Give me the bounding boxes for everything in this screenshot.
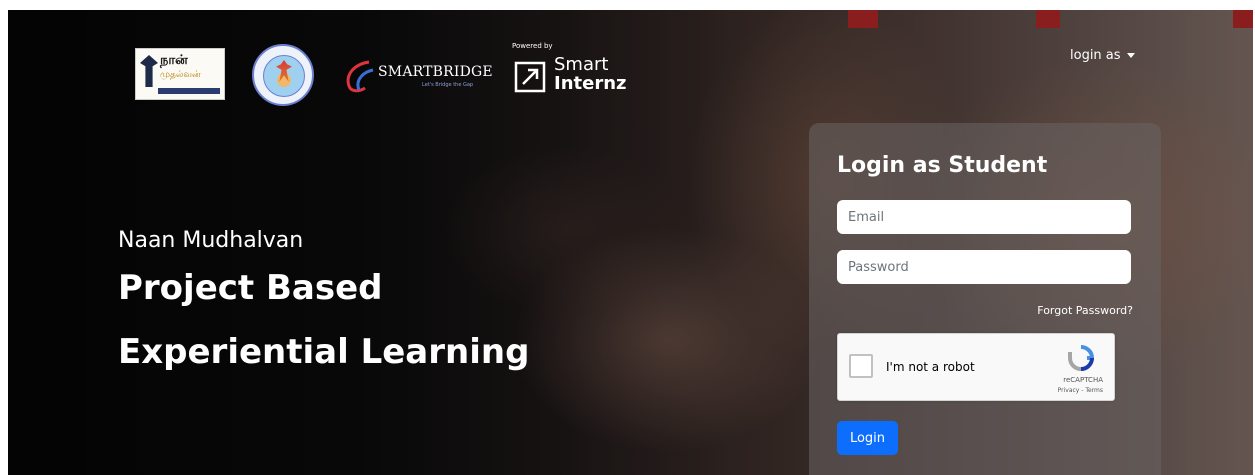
page-frame: நான் முதல்வன் SMARTBRIDGE Let's Bridge t… <box>8 10 1253 475</box>
recaptcha-widget: I'm not a robot reCAPTCHA Privacy - Term… <box>837 333 1115 401</box>
smart-internz-internz-text: Internz <box>554 73 627 94</box>
recaptcha-label: I'm not a robot <box>886 360 975 374</box>
recaptcha-privacy-terms[interactable]: Privacy - Terms <box>1058 387 1103 394</box>
hero-subtitle: Naan Mudhalvan <box>118 228 304 253</box>
recaptcha-icon <box>1068 345 1095 371</box>
recaptcha-brand: reCAPTCHA <box>1063 376 1103 384</box>
hero-title-line1: Project Based <box>118 268 383 308</box>
graduation-cap-icon <box>140 55 158 87</box>
login-card-heading: Login as Student <box>837 153 1048 178</box>
powered-by-label: Powered by <box>512 42 553 50</box>
smart-internz-smart-text: Smart <box>554 54 609 75</box>
smart-internz-logo-icon <box>514 61 546 93</box>
smartbridge-swirl-icon <box>346 60 374 93</box>
forgot-password-link[interactable]: Forgot Password? <box>1037 304 1133 317</box>
naan-mudhalvan-logo: நான் முதல்வன் <box>135 48 225 100</box>
skill-development-emblem-logo <box>252 44 314 106</box>
hero-title-line2: Experiential Learning <box>118 332 530 372</box>
email-field[interactable] <box>837 200 1131 234</box>
login-as-label: login as <box>1070 48 1121 63</box>
student-login-card: Login as Student Forgot Password? I'm no… <box>809 123 1161 475</box>
password-field[interactable] <box>837 250 1131 284</box>
login-button[interactable]: Login <box>837 421 898 455</box>
login-as-dropdown[interactable]: login as <box>1070 48 1135 63</box>
recaptcha-checkbox[interactable] <box>849 354 873 378</box>
caret-down-icon <box>1126 53 1135 58</box>
smartbridge-logo-text: SMARTBRIDGE <box>378 64 493 80</box>
